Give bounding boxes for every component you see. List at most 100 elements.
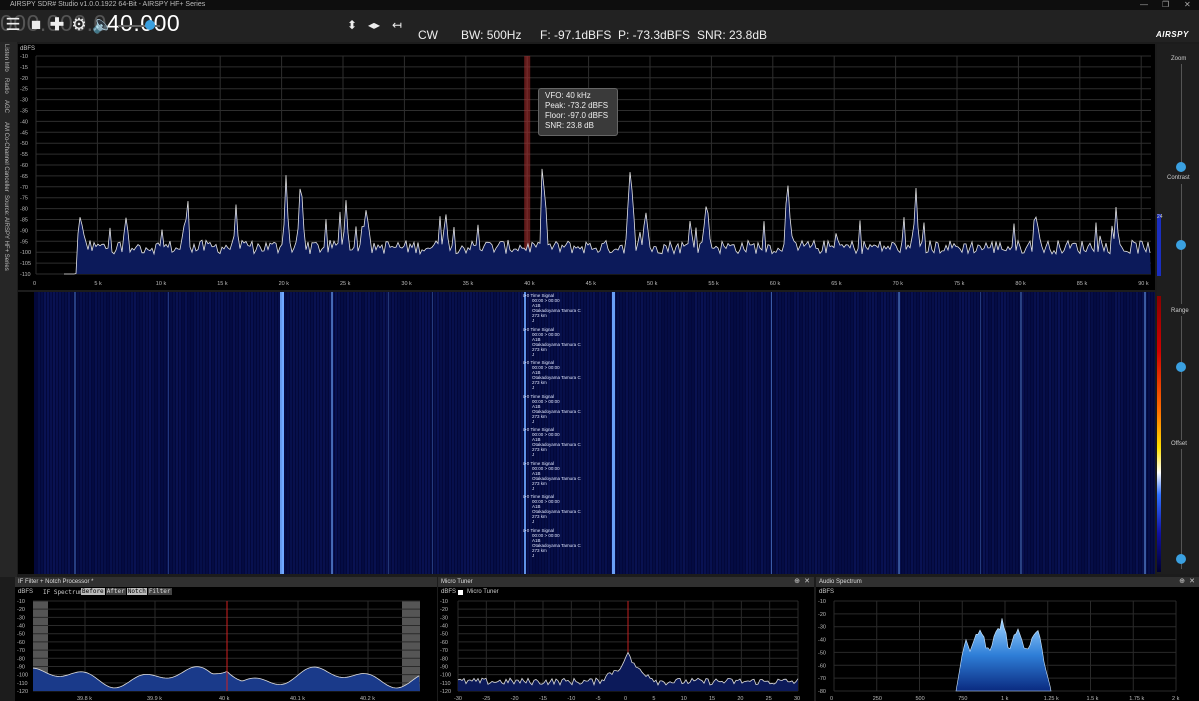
waterfall-column	[191, 292, 193, 574]
floor-readout: F: -97.1dBFS	[540, 28, 612, 42]
waterfall-column	[503, 292, 505, 574]
waterfall-column	[62, 292, 64, 574]
waterfall-column	[632, 292, 634, 574]
tab-source[interactable]: Source: AIRSPY HF+ Series	[3, 195, 9, 271]
tune-left-right-icon[interactable]: ◂▸	[365, 16, 383, 34]
tab-radio[interactable]: Radio	[3, 78, 9, 94]
waterfall-column	[374, 292, 376, 574]
waterfall-station-label[interactable]: ⊳0 Time Signal 00:00 > 00:00 A1B Otakadoyam…	[523, 494, 581, 524]
audio-x-tick-label: 500	[916, 696, 925, 701]
waterfall-column	[968, 292, 970, 574]
waterfall-column	[848, 292, 850, 574]
waterfall-column	[1088, 292, 1090, 574]
if-spectrum-plot[interactable]: dBFS IF Spectrum: Before After Notch Filter…	[15, 587, 437, 701]
pin-icon[interactable]: ⊕	[1179, 577, 1185, 587]
waterfall-column	[455, 292, 457, 574]
tab-listen-info[interactable]: Listen Info	[3, 44, 9, 72]
before-chip[interactable]: Before	[81, 588, 105, 595]
tab-am-co-channel-canceller[interactable]: AM Co-Channel Canceller	[3, 122, 9, 192]
stop-icon[interactable]: ■	[27, 16, 45, 34]
audio-x-tick-label: 0	[830, 696, 833, 701]
micro-tuner-checkbox[interactable]	[458, 590, 463, 595]
range-slider[interactable]	[1181, 316, 1182, 440]
waterfall-column	[1112, 292, 1114, 574]
waterfall-signal-trace	[282, 292, 284, 574]
range-slider-thumb[interactable]	[1176, 362, 1186, 372]
waterfall-column	[98, 292, 100, 574]
waterfall-signal-trace	[612, 292, 615, 574]
span-icon[interactable]: ↤	[388, 16, 406, 34]
waterfall-column	[890, 292, 892, 574]
spectrum-analyzer[interactable]: dBFS -10 -15 -20 -25 -30 -35 -40 -45 -50 -55 -60 -65…	[18, 44, 1155, 290]
if-y-tick-label: -40	[17, 624, 25, 630]
spectrum-y-tick-label: -95	[20, 239, 28, 245]
waterfall-column	[95, 292, 97, 574]
frequency-step-updown-icon[interactable]: ⬍	[343, 16, 361, 34]
waterfall-column	[1016, 292, 1018, 574]
waterfall-column	[437, 292, 439, 574]
waterfall-column	[881, 292, 883, 574]
waterfall-station-label-line: A1B	[532, 403, 541, 409]
tab-agc[interactable]: AGC	[3, 100, 9, 113]
waterfall-column	[812, 292, 814, 574]
spectrum-x-tick-label: 50 k	[647, 281, 658, 287]
menu-icon[interactable]: ☰	[4, 16, 22, 34]
contrast-slider-thumb[interactable]	[1176, 240, 1186, 250]
waterfall-station-label[interactable]: ⊳0 Time Signal 00:00 > 00:00 A1B Otakadoyam…	[523, 461, 581, 491]
gear-icon[interactable]: ⚙	[70, 16, 88, 34]
offset-slider[interactable]	[1181, 449, 1182, 569]
waterfall-column	[236, 292, 238, 574]
speaker-icon[interactable]: 🔈	[92, 16, 113, 34]
if-x-tick-label: 39.8 k	[77, 696, 92, 701]
waterfall-column	[581, 292, 583, 574]
zoom-slider-thumb[interactable]	[1176, 162, 1186, 172]
waterfall-signal-trace	[388, 292, 389, 574]
zoom-slider[interactable]	[1181, 64, 1182, 172]
maximize-button[interactable]: ❐	[1162, 0, 1169, 10]
waterfall-signal-trace	[980, 292, 981, 574]
minimize-button[interactable]: —	[1140, 0, 1148, 10]
if-y-tick-label: -120	[17, 689, 28, 695]
waterfall-column	[458, 292, 460, 574]
waterfall-station-label[interactable]: ⊳0 Time Signal 00:00 > 00:00 A1B Otakadoyam…	[523, 528, 581, 558]
waterfall-column	[947, 292, 949, 574]
waterfall-station-label[interactable]: ⊳0 Time Signal 00:00 > 00:00 A1B Otakadoyam…	[523, 427, 581, 457]
micro-x-tick-label: 10	[681, 696, 687, 701]
close-icon[interactable]: ✕	[804, 577, 810, 587]
waterfall-display[interactable]: ⊳0 Time Signal 00:00 > 00:00 A1B Otakadoyam…	[18, 292, 1155, 574]
micro-tuner-plot[interactable]: dBFS Micro Tuner -10 -20 -30 -40 -50 -60 -70 -8…	[438, 587, 814, 701]
waterfall-station-label[interactable]: ⊳0 Time Signal 00:00 > 00:00 A1B Otakadoyam…	[523, 360, 581, 390]
waterfall-station-label-line: Otakadoyama Tamura C	[532, 408, 581, 414]
close-icon[interactable]: ✕	[1189, 577, 1195, 587]
audio-spectrum-plot[interactable]: dBFS -10 -20 -30 -40 -50 -60 -70 -80 0 250 500 750 1…	[816, 587, 1199, 701]
if-y-tick-label: -100	[17, 673, 28, 679]
waterfall-column	[410, 292, 412, 574]
waterfall-station-label-line: A1B	[532, 336, 541, 342]
offset-slider-thumb[interactable]	[1176, 554, 1186, 564]
close-button[interactable]: ✕	[1184, 0, 1191, 10]
filter-chip[interactable]: Filter	[147, 588, 172, 595]
waterfall-column	[239, 292, 241, 574]
waterfall-column	[407, 292, 409, 574]
waterfall-column	[728, 292, 730, 574]
waterfall-column	[1073, 292, 1075, 574]
waterfall-station-label[interactable]: ⊳0 Time Signal 00:00 > 00:00 A1B Otakadoyam…	[523, 293, 581, 323]
waterfall-column	[92, 292, 94, 574]
spectrum-y-tick-label: -40	[20, 119, 28, 125]
mode-label[interactable]: CW	[418, 28, 438, 42]
notch-chip[interactable]: Notch	[126, 588, 147, 595]
waterfall-column	[476, 292, 478, 574]
waterfall-column	[905, 292, 907, 574]
add-icon[interactable]: ✚	[48, 16, 66, 34]
volume-slider-thumb[interactable]	[145, 20, 155, 30]
pin-icon[interactable]: ⊕	[794, 577, 800, 587]
waterfall-station-label[interactable]: ⊳0 Time Signal 00:00 > 00:00 A1B Otakadoyam…	[523, 394, 581, 424]
micro-y-tick-label: -60	[440, 640, 448, 646]
waterfall-column	[512, 292, 514, 574]
waterfall-station-label[interactable]: ⊳0 Time Signal 00:00 > 00:00 A1B Otakadoyam…	[523, 327, 581, 357]
audio-spectrum-shape	[955, 618, 1052, 692]
waterfall-column	[857, 292, 859, 574]
waterfall-column	[872, 292, 874, 574]
waterfall-column	[221, 292, 223, 574]
after-chip[interactable]: After	[105, 588, 126, 595]
